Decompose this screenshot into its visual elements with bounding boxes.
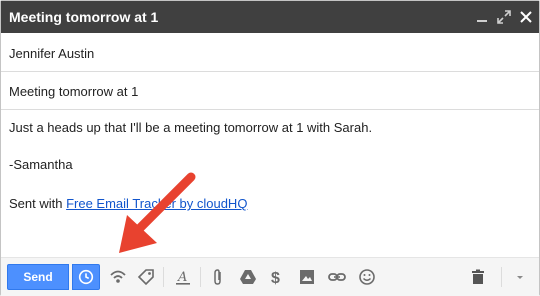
svg-text:A: A [177, 270, 187, 285]
subject-text[interactable]: Meeting tomorrow at 1 [9, 84, 138, 99]
signature: -Samantha [9, 157, 73, 172]
money-icon[interactable]: $ [267, 267, 287, 287]
compose-window: Meeting tomorrow at 1 Jennifer Austin Me… [0, 0, 540, 296]
tag-icon[interactable] [136, 267, 156, 287]
compose-toolbar: Send A $ [1, 257, 539, 296]
minimize-icon[interactable] [474, 9, 490, 25]
subject-field[interactable]: Meeting tomorrow at 1 [1, 72, 539, 110]
toolbar-divider [200, 267, 201, 287]
emoji-icon[interactable] [357, 267, 377, 287]
tracking-icon[interactable] [108, 267, 128, 287]
link-icon[interactable] [327, 267, 347, 287]
schedule-send-icon [78, 269, 94, 285]
to-recipient[interactable]: Jennifer Austin [9, 46, 94, 61]
svg-text:$: $ [271, 270, 280, 287]
more-options-icon[interactable] [510, 267, 530, 287]
close-icon[interactable] [518, 9, 534, 25]
compose-titlebar[interactable]: Meeting tomorrow at 1 [1, 1, 539, 33]
popout-icon[interactable] [496, 9, 512, 25]
formatting-icon[interactable]: A [173, 267, 193, 287]
compose-title: Meeting tomorrow at 1 [9, 9, 159, 25]
schedule-send-button[interactable] [72, 264, 100, 290]
attach-icon[interactable] [208, 267, 228, 287]
toolbar-divider [163, 267, 164, 287]
drive-icon[interactable] [238, 267, 258, 287]
toolbar-divider [501, 267, 502, 287]
trash-icon[interactable] [468, 267, 488, 287]
photo-icon[interactable] [297, 267, 317, 287]
annotation-arrow [119, 172, 196, 253]
to-field[interactable]: Jennifer Austin [1, 34, 539, 72]
sent-with-prefix: Sent with [9, 196, 67, 211]
send-button[interactable]: Send [7, 264, 69, 290]
body-line: Just a heads up that I'll be a meeting t… [9, 120, 373, 135]
